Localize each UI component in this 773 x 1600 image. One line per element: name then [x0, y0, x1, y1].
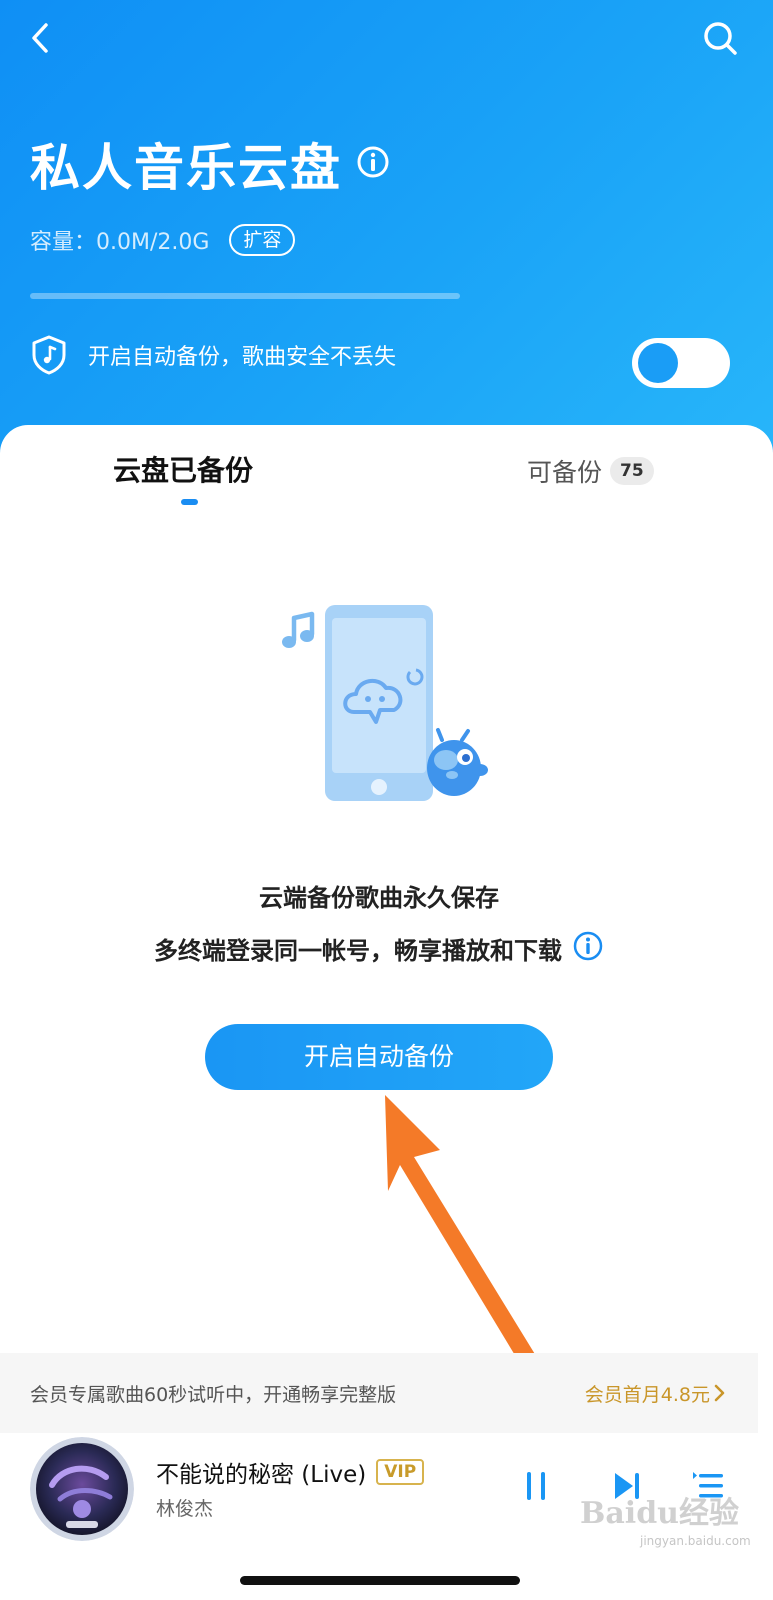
empty-state-headline: 云端备份歌曲永久保存 [259, 884, 499, 912]
capacity-text: 容量：0.0M/2.0G [30, 230, 210, 255]
album-art[interactable] [30, 1437, 134, 1541]
track-title-row[interactable]: 不能说的秘密 (Live) VIP [156, 1455, 425, 1489]
enable-auto-backup-button[interactable]: 开启自动备份 [205, 1024, 553, 1090]
capacity-row: 容量：0.0M/2.0G 扩容 [30, 224, 296, 256]
track-artist: 林俊杰 [156, 1498, 214, 1520]
pause-icon [527, 1472, 545, 1500]
toggle-knob [638, 343, 678, 383]
expand-capacity-button[interactable]: 扩容 [229, 224, 296, 256]
search-button[interactable] [700, 18, 740, 58]
backupable-count-badge: 75 [610, 457, 654, 485]
promo-link-label: 会员首月4.8元 [584, 1383, 710, 1406]
track-title: 不能说的秘密 (Live) [156, 1462, 367, 1488]
tab-backed-up[interactable]: 云盘已备份 [113, 449, 253, 489]
tab-active-indicator [181, 499, 198, 505]
info-icon[interactable] [356, 145, 390, 183]
shield-music-icon [32, 335, 66, 375]
watermark-logo: Baidu经验 [580, 1496, 739, 1531]
music-note-icon [282, 611, 315, 648]
promo-text: 会员专属歌曲60秒试听中，开通畅享完整版 [30, 1383, 397, 1406]
search-icon [704, 22, 737, 55]
pause-button[interactable] [516, 1466, 556, 1506]
auto-backup-text: 开启自动备份，歌曲安全不丢失 [88, 345, 397, 370]
tab-backupable-label: 可备份 [527, 458, 603, 487]
home-indicator[interactable] [240, 1576, 520, 1585]
auto-backup-row: 开启自动备份，歌曲安全不丢失 [30, 334, 396, 376]
watermark-url: jingyan.baidu.com [640, 1534, 751, 1548]
storage-progress-bar [30, 293, 460, 299]
title-row: 私人音乐云盘 [30, 128, 390, 200]
cloud-phone-illustration [282, 605, 488, 801]
back-button[interactable] [22, 20, 58, 56]
chevron-right-icon [714, 1384, 725, 1402]
vip-badge: VIP [376, 1459, 425, 1485]
tab-backupable[interactable]: 可备份 75 [527, 453, 654, 489]
promo-link[interactable]: 会员首月4.8元 [585, 1380, 728, 1407]
vip-promo-bar[interactable]: 会员专属歌曲60秒试听中，开通畅享完整版 会员首月4.8元 [0, 1353, 758, 1433]
info-icon[interactable] [572, 930, 604, 966]
auto-backup-toggle[interactable] [632, 338, 730, 388]
empty-state-subline-row: 多终端登录同一帐号，畅享播放和下载 [0, 930, 758, 966]
back-chevron-icon [32, 23, 48, 53]
page-title: 私人音乐云盘 [30, 139, 342, 197]
empty-state-subline: 多终端登录同一帐号，畅享播放和下载 [154, 936, 562, 965]
mascot-icon [427, 728, 488, 796]
